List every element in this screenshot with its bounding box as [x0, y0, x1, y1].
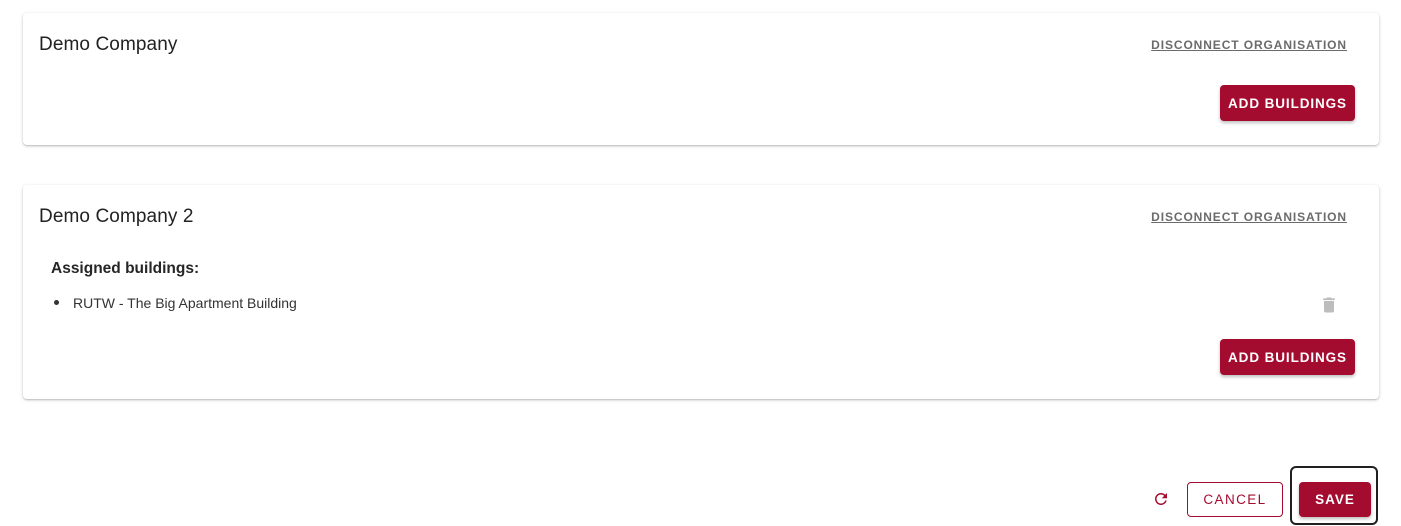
- organisation-name: Demo Company 2: [39, 206, 194, 227]
- bullet-icon: [54, 299, 59, 305]
- add-buildings-button[interactable]: ADD BUILDINGS: [1220, 339, 1355, 375]
- organisation-name: Demo Company: [39, 34, 178, 55]
- trash-icon[interactable]: [1319, 295, 1339, 315]
- list-item: RUTW - The Big Apartment Building: [54, 295, 297, 311]
- building-name: RUTW - The Big Apartment Building: [73, 295, 297, 311]
- disconnect-organisation-link[interactable]: DISCONNECT ORGANISATION: [1151, 210, 1347, 224]
- cancel-button[interactable]: CANCEL: [1187, 482, 1283, 517]
- assigned-buildings-heading: Assigned buildings:: [51, 260, 200, 277]
- add-buildings-button[interactable]: ADD BUILDINGS: [1220, 85, 1355, 121]
- save-button[interactable]: SAVE: [1299, 482, 1371, 517]
- organisation-card: Demo Company 2 DISCONNECT ORGANISATION A…: [23, 185, 1379, 399]
- organisation-card: Demo Company DISCONNECT ORGANISATION ADD…: [23, 13, 1379, 145]
- refresh-icon[interactable]: [1152, 490, 1170, 508]
- disconnect-organisation-link[interactable]: DISCONNECT ORGANISATION: [1151, 38, 1347, 52]
